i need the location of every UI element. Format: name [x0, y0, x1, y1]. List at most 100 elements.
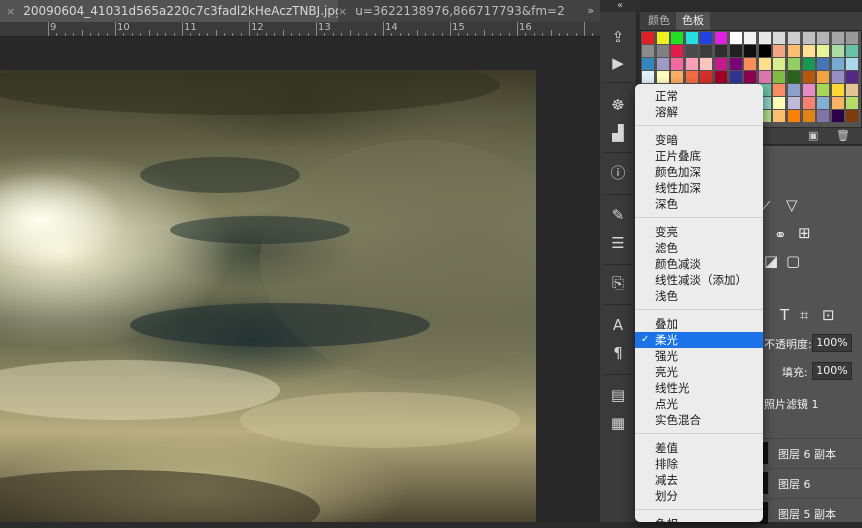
- document-tab-active[interactable]: × 20090604_41031d565a220c7c3fadl2kHeAczTN…: [0, 0, 338, 22]
- color-swatch[interactable]: [685, 58, 698, 70]
- color-swatch[interactable]: [729, 71, 742, 83]
- trash-icon[interactable]: 🗑: [836, 129, 850, 142]
- color-swatch[interactable]: [773, 97, 786, 109]
- color-swatch[interactable]: [846, 58, 859, 70]
- color-swatch[interactable]: [831, 84, 844, 96]
- color-swatch[interactable]: [744, 58, 757, 70]
- color-swatch[interactable]: [744, 32, 757, 44]
- channel-mixer-icon[interactable]: ⚭: [774, 226, 787, 244]
- color-swatch[interactable]: [758, 58, 771, 70]
- blend-mode-item[interactable]: 线性光: [635, 380, 763, 396]
- layer-name[interactable]: 图层 5 副本: [778, 506, 836, 522]
- smart-object-filter-icon[interactable]: ⊡: [822, 306, 835, 324]
- blend-mode-item[interactable]: 溶解: [635, 104, 763, 120]
- color-swatch[interactable]: [817, 32, 830, 44]
- color-swatch[interactable]: [773, 58, 786, 70]
- histogram-icon[interactable]: ▟: [600, 122, 636, 144]
- color-lookup-icon[interactable]: ⊞: [798, 224, 811, 242]
- color-swatch[interactable]: [817, 71, 830, 83]
- color-swatch[interactable]: [744, 45, 757, 57]
- gradient-triangle-icon[interactable]: ▽: [786, 196, 798, 214]
- close-tab-icon[interactable]: ×: [338, 5, 347, 18]
- blend-mode-item[interactable]: 色相: [635, 516, 763, 522]
- tab-color[interactable]: 颜色: [642, 12, 676, 30]
- tab-overflow-icon[interactable]: »: [587, 0, 594, 22]
- close-tab-icon[interactable]: ×: [6, 5, 15, 18]
- color-swatch[interactable]: [729, 45, 742, 57]
- color-swatch[interactable]: [758, 71, 771, 83]
- blend-mode-item[interactable]: 颜色加深: [635, 164, 763, 180]
- play-icon[interactable]: ▶: [600, 52, 636, 74]
- gradient-map-icon[interactable]: ◪: [764, 252, 778, 270]
- color-swatch[interactable]: [671, 32, 684, 44]
- color-swatch[interactable]: [802, 84, 815, 96]
- color-swatch[interactable]: [817, 45, 830, 57]
- color-swatch[interactable]: [773, 71, 786, 83]
- blend-mode-item[interactable]: 正片叠底: [635, 148, 763, 164]
- color-swatch[interactable]: [729, 32, 742, 44]
- color-swatch[interactable]: [656, 45, 669, 57]
- color-swatch[interactable]: [817, 58, 830, 70]
- color-swatch[interactable]: [671, 71, 684, 83]
- color-swatch[interactable]: [788, 84, 800, 96]
- character-icon[interactable]: A: [600, 314, 636, 336]
- color-swatch[interactable]: [642, 58, 654, 70]
- selective-color-icon[interactable]: ▢: [786, 252, 800, 270]
- collapse-panels-icon[interactable]: «: [600, 0, 640, 12]
- color-swatch[interactable]: [715, 32, 727, 44]
- blend-mode-item[interactable]: 浅色: [635, 288, 763, 304]
- color-swatch[interactable]: [802, 110, 815, 122]
- sliders-icon[interactable]: ☰: [600, 232, 636, 254]
- blend-mode-item[interactable]: 差值: [635, 440, 763, 456]
- color-swatch[interactable]: [846, 97, 859, 109]
- document-tab-inactive[interactable]: × u=3622138976,866717793&fm=2: [332, 0, 606, 22]
- blend-mode-item[interactable]: 正常: [635, 88, 763, 104]
- blend-mode-item[interactable]: 叠加: [635, 316, 763, 332]
- color-swatch[interactable]: [715, 45, 727, 57]
- layer-name-photo-filter[interactable]: 照片滤镜 1: [764, 396, 819, 412]
- blend-mode-item[interactable]: 线性减淡（添加）: [635, 272, 763, 288]
- layer-name[interactable]: 图层 6: [778, 476, 811, 492]
- color-swatch[interactable]: [846, 110, 859, 122]
- color-swatch[interactable]: [773, 45, 786, 57]
- color-swatch[interactable]: [817, 97, 830, 109]
- color-swatch[interactable]: [773, 32, 786, 44]
- fill-field[interactable]: 100%: [812, 362, 852, 380]
- color-swatch[interactable]: [788, 45, 800, 57]
- blend-mode-item[interactable]: 滤色: [635, 240, 763, 256]
- opacity-field[interactable]: 100%: [812, 334, 852, 352]
- color-swatch[interactable]: [671, 58, 684, 70]
- color-swatch[interactable]: [656, 58, 669, 70]
- tab-swatches[interactable]: 色板: [676, 12, 710, 30]
- color-swatch[interactable]: [642, 45, 654, 57]
- color-swatch[interactable]: [700, 45, 713, 57]
- color-swatch[interactable]: [700, 32, 713, 44]
- color-swatch[interactable]: [773, 84, 786, 96]
- blend-mode-item[interactable]: 强光: [635, 348, 763, 364]
- color-swatch[interactable]: [817, 84, 830, 96]
- color-swatch[interactable]: [831, 110, 844, 122]
- clone-source-icon[interactable]: ⎘: [600, 272, 636, 294]
- color-swatch[interactable]: [685, 45, 698, 57]
- blend-mode-item[interactable]: 变亮: [635, 224, 763, 240]
- color-swatch[interactable]: [802, 45, 815, 57]
- color-swatch[interactable]: [831, 58, 844, 70]
- color-swatch[interactable]: [846, 71, 859, 83]
- compass-icon[interactable]: ☸: [600, 94, 636, 116]
- paragraph-icon[interactable]: ¶: [600, 342, 636, 364]
- color-swatch[interactable]: [788, 97, 800, 109]
- blend-mode-item[interactable]: ✓ 柔光: [635, 332, 763, 348]
- move-tool-icon[interactable]: ⇪: [600, 26, 636, 48]
- blend-mode-item[interactable]: 点光: [635, 396, 763, 412]
- brush-presets-icon[interactable]: ✎: [600, 204, 636, 226]
- color-swatch[interactable]: [831, 97, 844, 109]
- color-swatch[interactable]: [817, 110, 830, 122]
- color-swatch[interactable]: [715, 71, 727, 83]
- color-swatch[interactable]: [700, 71, 713, 83]
- color-swatch[interactable]: [846, 84, 859, 96]
- blend-mode-item[interactable]: 实色混合: [635, 412, 763, 428]
- color-swatch[interactable]: [642, 32, 654, 44]
- color-swatch[interactable]: [656, 71, 669, 83]
- color-swatch[interactable]: [788, 110, 800, 122]
- layer-name[interactable]: 图层 6 副本: [778, 446, 836, 462]
